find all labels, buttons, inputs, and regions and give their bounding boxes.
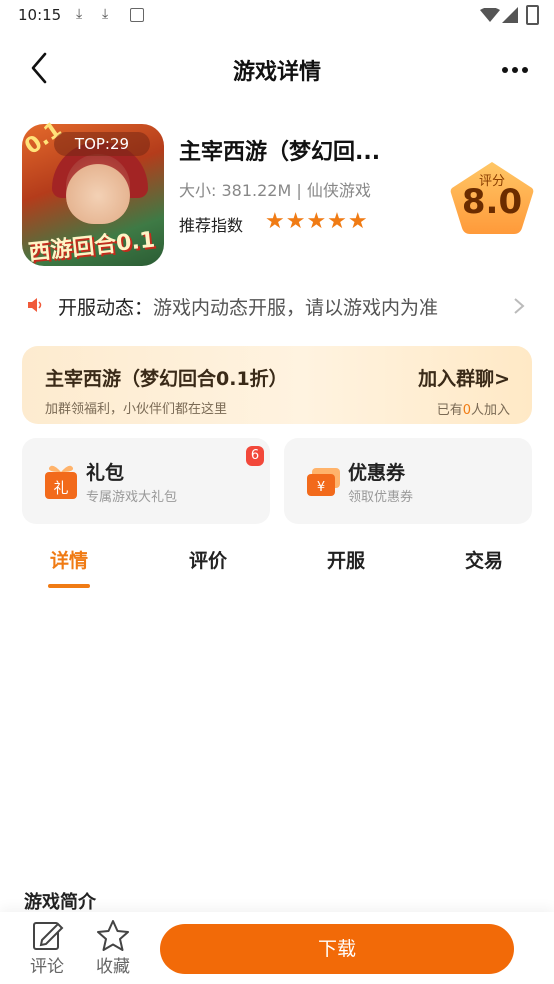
tab-reviews[interactable]: 评价 — [163, 546, 253, 573]
game-name: 主宰西游（梦幻回... — [179, 140, 381, 165]
chevron-right-icon[interactable] — [512, 296, 526, 316]
coupon-card[interactable]: ¥ 优惠券 领取优惠券 — [284, 438, 532, 524]
battery-icon — [526, 5, 539, 25]
join-group-banner[interactable]: 主宰西游（梦幻回合0.1折） 加群领福利，小伙伴们都在这里 加入群聊> 已有0人… — [22, 346, 532, 424]
tab-trade[interactable]: 交易 — [439, 546, 529, 573]
coupon-subtitle: 领取优惠券 — [348, 490, 414, 505]
coupon-icon: ¥ — [307, 468, 340, 496]
wifi-icon — [480, 8, 500, 22]
download-status-icon-2: ⤓ — [102, 6, 109, 22]
gift-count-badge: 6 — [246, 446, 264, 466]
gift-icon-glyph: 礼 — [53, 479, 68, 497]
download-status-icon: ⤓ — [76, 6, 83, 22]
count-value: 0 — [462, 403, 471, 418]
join-group-button[interactable]: 加入群聊> — [418, 364, 510, 391]
server-notice-value: 游戏内动态开服，请以游戏内为准 — [153, 297, 439, 319]
character-face — [66, 154, 130, 224]
favorite-label[interactable]: 收藏 — [83, 952, 143, 977]
recommend-label: 推荐指数 — [179, 216, 244, 235]
server-notice[interactable]: 开服动态：游戏内动态开服，请以游戏内为准 — [58, 293, 438, 320]
page-title: 游戏详情 — [232, 60, 321, 85]
group-subtitle: 加群领福利，小伙伴们都在这里 — [45, 402, 228, 417]
comment-label[interactable]: 评论 — [17, 952, 77, 977]
download-button[interactable]: 下载 — [160, 924, 514, 974]
tab-servers[interactable]: 开服 — [301, 546, 391, 573]
icon-brand-text: 西游回合0.1 — [27, 227, 157, 266]
app-notification-icon — [130, 8, 144, 22]
status-time: 10:15 — [18, 6, 62, 24]
gift-pack-card[interactable]: 礼 礼包 专属游戏大礼包 — [22, 438, 270, 524]
gift-pack-title: 礼包 — [86, 462, 125, 484]
server-notice-label: 开服动态： — [58, 297, 154, 319]
gift-pack-subtitle: 专属游戏大礼包 — [86, 490, 178, 505]
comment-edit-icon[interactable] — [28, 918, 68, 954]
rank-tag: TOP:29 — [54, 132, 150, 156]
score-value: 8.0 — [461, 182, 523, 222]
star-rating-icon: ★★★★★ — [265, 209, 369, 234]
tab-details[interactable]: 详情 — [24, 546, 114, 573]
coupon-icon-glyph: ¥ — [317, 480, 325, 495]
count-prefix: 已有 — [436, 403, 463, 418]
game-intro-heading: 游戏简介 — [24, 892, 96, 913]
score-badge: 评分 8.0 — [448, 160, 536, 236]
group-title: 主宰西游（梦幻回合0.1折） — [45, 368, 288, 390]
more-options-icon[interactable] — [502, 58, 542, 78]
gift-icon: 礼 — [45, 465, 77, 499]
signal-icon — [502, 7, 518, 23]
game-size-category: 大小: 381.22M | 仙侠游戏 — [179, 181, 371, 200]
active-tab-indicator — [48, 584, 90, 588]
speaker-icon — [28, 298, 42, 312]
count-suffix: 人加入 — [470, 403, 510, 418]
coupon-title: 优惠券 — [348, 462, 406, 484]
status-bar: 10:15 ⤓ ⤓ — [0, 0, 554, 30]
favorite-star-icon[interactable] — [93, 918, 133, 954]
group-member-count: 已有0人加入 — [437, 399, 510, 418]
